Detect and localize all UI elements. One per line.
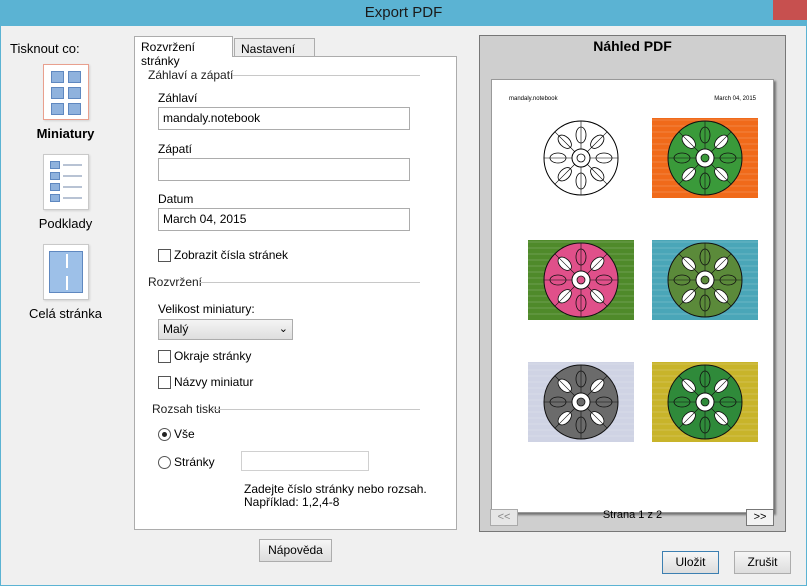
group-divider (200, 282, 420, 283)
chevron-down-icon: ⌄ (278, 323, 288, 335)
handouts-icon (42, 154, 89, 210)
page-status: Strana 1 z 2 (602, 509, 663, 521)
tab-pdf-settings[interactable]: Nastavení PDF (234, 38, 315, 70)
cancel-button[interactable]: Zrušit (734, 551, 791, 574)
radio-button[interactable] (158, 455, 171, 469)
print-target-handouts[interactable]: Podklady (8, 154, 123, 231)
range-all-label: Vše (174, 427, 195, 441)
sheet-header-left: mandaly.notebook (509, 96, 558, 102)
window-title: Export PDF (364, 4, 443, 21)
thumbnail-mandala-outline (528, 118, 634, 198)
thumb-names-checkbox[interactable]: Názvy miniatur (158, 375, 253, 389)
date-field[interactable]: March 04, 2015 (158, 208, 410, 231)
pdf-preview-panel: Náhled PDF mandaly.notebook March 04, 20… (479, 35, 786, 532)
print-target-label: Tisknout co: (10, 41, 80, 56)
thumbnail-mandala-orange (652, 118, 758, 198)
sheet-header-right: March 04, 2015 (714, 96, 756, 102)
range-pages-label: Stránky (174, 455, 215, 469)
print-target-full-page[interactable]: Celá stránka (8, 244, 123, 321)
thumbnail-mandala-gold (652, 362, 758, 442)
show-page-numbers-checkbox[interactable]: Zobrazit čísla stránek (158, 248, 288, 262)
tab-page-layout[interactable]: Rozvržení stránky (134, 36, 233, 68)
preview-sheet: mandaly.notebook March 04, 2015 (491, 79, 774, 513)
print-target-label-full-page: Celá stránka (29, 306, 102, 321)
thumbnail-mandala-pink-stripes (528, 240, 634, 320)
range-pages-radio[interactable]: Stránky (158, 455, 215, 469)
footer-field[interactable] (158, 158, 410, 181)
title-bar: Export PDF (0, 0, 807, 26)
page-borders-checkbox[interactable]: Okraje stránky (158, 349, 251, 363)
next-page-button[interactable]: >> (746, 509, 774, 526)
header-label: Záhlaví (158, 91, 198, 105)
thumb-size-select[interactable]: Malý ⌄ (158, 319, 293, 340)
thumbnail-mandala-landscape (652, 240, 758, 320)
thumb-size-label: Velikost miniatury: (158, 302, 255, 316)
group-title-layout: Rozvržení (148, 275, 203, 289)
group-title-print-range: Rozsah tisku (152, 402, 221, 416)
print-target-thumbnails[interactable]: Miniatury (8, 64, 123, 141)
close-button[interactable] (773, 0, 807, 20)
print-target-label-handouts: Podklady (38, 216, 93, 231)
radio-button[interactable] (158, 427, 171, 441)
page-borders-label: Okraje stránky (174, 349, 252, 363)
save-button[interactable]: Uložit (662, 551, 719, 574)
thumb-names-label: Názvy miniatur (174, 375, 254, 389)
group-divider (212, 409, 420, 410)
range-hint-line2: Například: 1,2,4-8 (244, 495, 340, 509)
range-all-radio[interactable]: Vše (158, 427, 195, 441)
range-hint-line1: Zadejte číslo stránky nebo rozsah. (244, 482, 427, 496)
full-page-icon (42, 244, 89, 300)
thumbnails-grid-icon (42, 64, 89, 120)
header-field[interactable]: mandaly.notebook (158, 107, 410, 130)
pages-range-field[interactable] (241, 451, 369, 471)
preview-title: Náhled PDF (593, 38, 672, 54)
group-title-header-footer: Záhlaví a zápatí (148, 68, 234, 82)
checkbox-box[interactable] (158, 349, 171, 363)
thumbnail-mandala-grey (528, 362, 634, 442)
date-label: Datum (158, 192, 194, 206)
print-target-label-thumbnails: Miniatury (36, 126, 95, 141)
checkbox-box[interactable] (158, 375, 171, 389)
help-button[interactable]: Nápověda (259, 539, 332, 562)
checkbox-box[interactable] (158, 248, 171, 262)
show-page-numbers-label: Zobrazit čísla stránek (174, 248, 289, 262)
thumb-size-value: Malý (163, 322, 189, 336)
group-divider (232, 75, 420, 76)
footer-label: Zápatí (158, 142, 193, 156)
